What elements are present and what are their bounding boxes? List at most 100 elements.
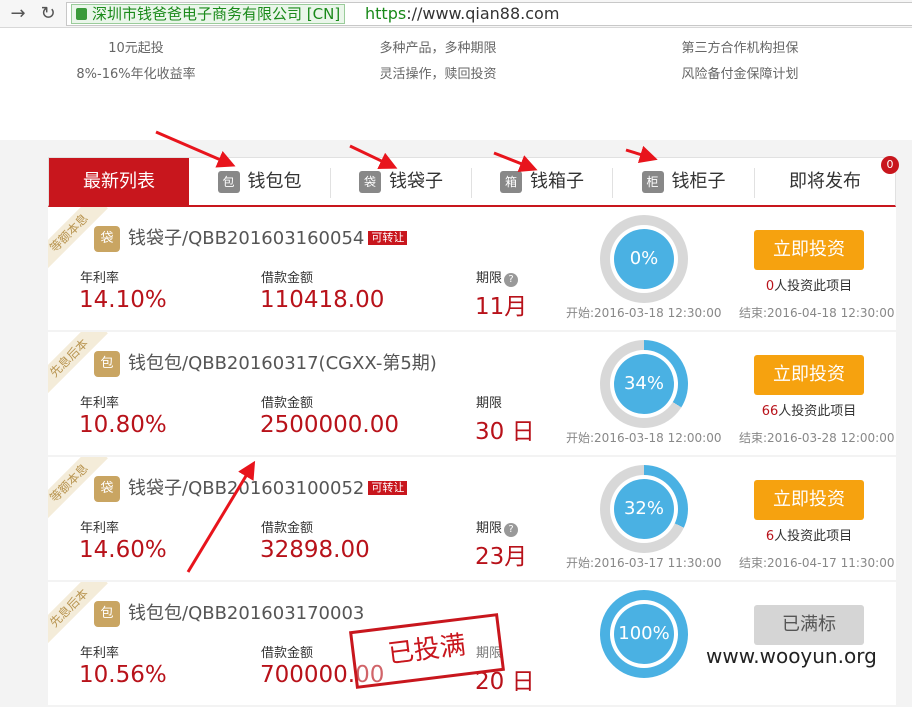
tab-upcoming[interactable]: 即将发布 0 bbox=[755, 156, 899, 206]
product-title[interactable]: 钱袋子/QBB201603100052 可转让 bbox=[128, 477, 408, 501]
feature-heading-cropped bbox=[610, 28, 870, 36]
tab-cabinet[interactable]: 柜钱柜子 bbox=[613, 158, 754, 206]
progress-ring: 100% bbox=[600, 590, 688, 678]
end-time: 结束:2016-04-18 12:30:00 bbox=[739, 304, 895, 321]
notification-badge: 0 bbox=[881, 156, 899, 174]
amount-value: 110418.00 bbox=[260, 287, 385, 313]
start-value: 2016-03-18 12:30:00 bbox=[594, 306, 722, 320]
feature-column: 第三方合作机构担保 风险备付金保障计划 bbox=[610, 28, 870, 88]
investor-count: 6人投资此项目 bbox=[738, 525, 880, 544]
feature-line: 第三方合作机构担保 bbox=[681, 41, 799, 56]
rate-value: 14.60% bbox=[79, 537, 167, 563]
end-time: 结束:2016-04-17 11:30:00 bbox=[739, 554, 895, 571]
feature-column: 多种产品，多种期限 灵活操作，赎回投资 bbox=[308, 28, 568, 88]
start-time: 开始:2016-03-17 11:30:00 bbox=[566, 554, 722, 571]
term-label-text: 期限 bbox=[476, 521, 503, 536]
product-title-text: 钱袋子/QBB201603100052 bbox=[128, 478, 365, 499]
investor-count-value: 6 bbox=[765, 529, 775, 544]
product-title[interactable]: 钱包包/QBB201603170003 bbox=[128, 602, 364, 626]
rate-label: 年利率 bbox=[80, 521, 120, 536]
term-value: 11月 bbox=[475, 294, 528, 320]
progress-percent: 0% bbox=[614, 229, 674, 289]
wallet-icon: 包 bbox=[94, 601, 120, 627]
help-icon[interactable]: ? bbox=[504, 273, 519, 287]
tab-label: 钱包包 bbox=[247, 171, 302, 192]
tab-wallet[interactable]: 包钱包包 bbox=[189, 158, 330, 206]
rate-value: 10.56% bbox=[79, 662, 167, 688]
amount-label: 借款金额 bbox=[261, 646, 314, 661]
amount-label: 借款金额 bbox=[261, 271, 314, 286]
product-title[interactable]: 钱包包/QBB20160317(CGXX-第5期) bbox=[128, 352, 437, 376]
progress-percent: 32% bbox=[614, 479, 674, 539]
progress-percent: 34% bbox=[614, 354, 674, 414]
tab-pouch[interactable]: 袋钱袋子 bbox=[331, 158, 471, 206]
term-label: 期限 bbox=[476, 396, 503, 411]
product-title-text: 钱袋子/QBB201603160054 bbox=[128, 228, 365, 249]
end-value: 2016-04-17 11:30:00 bbox=[767, 556, 895, 570]
end-prefix: 结束: bbox=[739, 556, 768, 570]
end-time: 结束:2016-03-28 12:00:00 bbox=[739, 429, 895, 446]
end-value: 2016-04-18 12:30:00 bbox=[767, 306, 895, 320]
end-prefix: 结束: bbox=[739, 431, 768, 445]
tab-box[interactable]: 箱钱箱子 bbox=[472, 158, 612, 206]
help-icon[interactable]: ? bbox=[504, 523, 519, 537]
tab-label: 最新列表 bbox=[83, 171, 155, 192]
amount-label: 借款金额 bbox=[261, 521, 314, 536]
product-title[interactable]: 钱袋子/QBB201603160054 可转让 bbox=[128, 227, 408, 251]
invest-button[interactable]: 立即投资 bbox=[754, 480, 864, 520]
pouch-icon: 袋 bbox=[94, 226, 120, 252]
transferable-tag: 可转让 bbox=[368, 231, 408, 245]
rate-value: 10.80% bbox=[79, 412, 167, 438]
investor-count-suffix: 人投资此项目 bbox=[774, 529, 853, 544]
investor-count-value: 0 bbox=[765, 279, 775, 294]
product-row[interactable]: 先息后本 包 钱包包/QBB20160317(CGXX-第5期) 年利率 10.… bbox=[48, 332, 896, 455]
feature-line: 8%-16%年化收益率 bbox=[76, 67, 196, 82]
url-host: ://www.qian88.com bbox=[406, 4, 560, 23]
start-time: 开始:2016-03-18 12:30:00 bbox=[566, 304, 722, 321]
investor-count: 66人投资此项目 bbox=[738, 400, 880, 419]
wallet-icon: 包 bbox=[217, 171, 240, 193]
feature-line: 风险备付金保障计划 bbox=[681, 67, 799, 82]
feature-heading-cropped bbox=[6, 28, 266, 36]
term-label: 期限? bbox=[476, 517, 519, 537]
ev-certificate-badge[interactable]: 深圳市钱爸爸电子商务有限公司 [CN] bbox=[71, 4, 346, 24]
investor-count-suffix: 人投资此项目 bbox=[778, 404, 857, 419]
investor-count-suffix: 人投资此项目 bbox=[774, 279, 853, 294]
pouch-icon: 袋 bbox=[94, 476, 120, 502]
wallet-icon: 包 bbox=[94, 351, 120, 377]
progress-percent: 100% bbox=[614, 604, 674, 664]
start-value: 2016-03-17 11:30:00 bbox=[594, 556, 722, 570]
reload-icon[interactable]: ↻ bbox=[38, 4, 58, 24]
feature-heading-cropped bbox=[308, 28, 568, 36]
tab-label: 即将发布 bbox=[789, 171, 861, 192]
ev-certificate-name: 深圳市钱爸爸电子商务有限公司 [CN] bbox=[92, 5, 341, 23]
address-bar[interactable]: 深圳市钱爸爸电子商务有限公司 [CN] https://www.qian88.c… bbox=[66, 2, 912, 26]
rate-label: 年利率 bbox=[80, 396, 120, 411]
product-title-text: 钱包包/QBB20160317(CGXX-第5期) bbox=[128, 353, 437, 374]
progress-ring: 34% bbox=[600, 340, 688, 428]
feature-line: 多种产品，多种期限 bbox=[379, 41, 497, 56]
box-icon: 箱 bbox=[500, 171, 522, 193]
url-text[interactable]: https://www.qian88.com bbox=[365, 4, 559, 24]
tab-label: 钱箱子 bbox=[530, 171, 584, 192]
tab-latest[interactable]: 最新列表 bbox=[49, 158, 189, 206]
product-row[interactable]: 等额本息 袋 钱袋子/QBB201603100052 可转让 年利率 14.60%… bbox=[48, 457, 896, 580]
feature-line: 10元起投 bbox=[108, 41, 164, 56]
invest-button[interactable]: 立即投资 bbox=[754, 355, 864, 395]
forward-icon[interactable]: → bbox=[8, 4, 28, 24]
fully-funded-button[interactable]: 已满标 bbox=[754, 605, 864, 645]
amount-value: 2500000.00 bbox=[260, 412, 400, 438]
features-strip: 10元起投 8%-16%年化收益率 多种产品，多种期限 灵活操作，赎回投资 第三… bbox=[0, 28, 912, 140]
tab-label: 钱袋子 bbox=[389, 171, 443, 192]
amount-value: 32898.00 bbox=[260, 537, 370, 563]
pouch-icon: 袋 bbox=[359, 171, 381, 193]
term-value: 23月 bbox=[475, 544, 528, 570]
browser-toolbar: → ↻ 深圳市钱爸爸电子商务有限公司 [CN] https://www.qian… bbox=[0, 0, 912, 28]
start-prefix: 开始: bbox=[566, 556, 595, 570]
end-value: 2016-03-28 12:00:00 bbox=[767, 431, 895, 445]
invest-button[interactable]: 立即投资 bbox=[754, 230, 864, 270]
term-value: 30 日 bbox=[475, 419, 535, 445]
product-row[interactable]: 等额本息 袋 钱袋子/QBB201603160054 可转让 年利率 14.10%… bbox=[48, 207, 896, 330]
rate-value: 14.10% bbox=[79, 287, 167, 313]
start-prefix: 开始: bbox=[566, 431, 595, 445]
